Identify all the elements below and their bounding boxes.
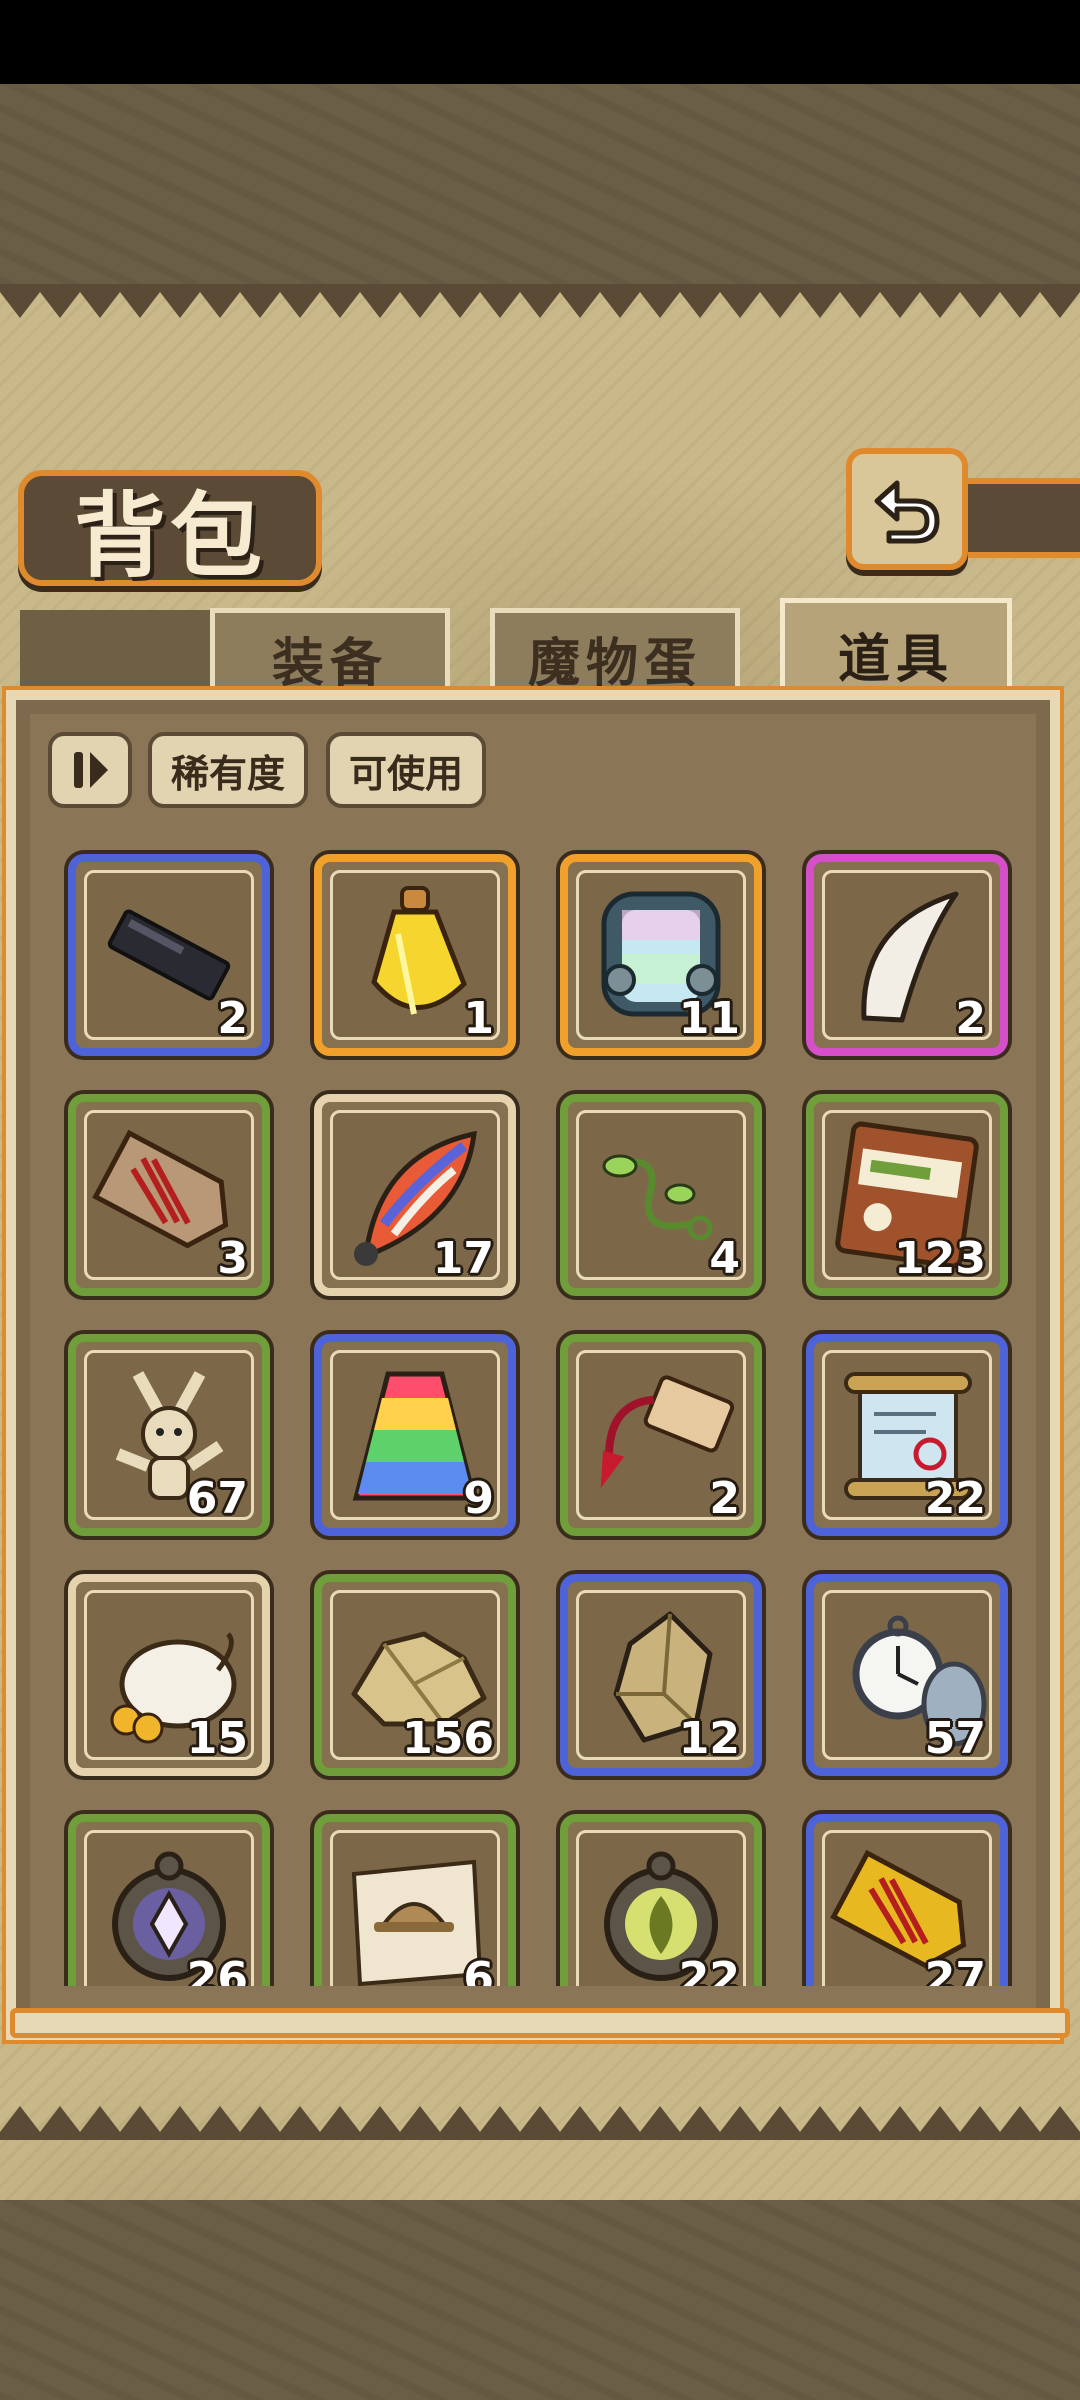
item-count: 26 — [186, 1953, 248, 1986]
item-count: 22 — [924, 1473, 986, 1524]
sort-toggle-button[interactable] — [48, 732, 132, 808]
zigzag-border-bottom — [0, 2106, 1080, 2140]
inventory-slot[interactable]: 6 — [314, 1814, 516, 1986]
inventory-slot[interactable]: 15 — [68, 1574, 270, 1776]
item-count: 6 — [463, 1953, 494, 1986]
back-arrow-icon — [874, 480, 940, 544]
panel-bottom-frame — [10, 2008, 1070, 2038]
filter-rarity-button[interactable]: 稀有度 — [148, 732, 308, 808]
page-title: 背包 — [73, 481, 266, 590]
inventory-slot[interactable]: 17 — [314, 1094, 516, 1296]
item-count: 2 — [955, 993, 986, 1044]
inventory-slot[interactable]: 26 — [68, 1814, 270, 1986]
item-count: 11 — [678, 993, 740, 1044]
item-count: 156 — [402, 1713, 494, 1764]
zigzag-border-top — [0, 284, 1080, 318]
inventory-slot[interactable]: 4 — [560, 1094, 762, 1296]
tab-monster-eggs-label: 魔物蛋 — [527, 633, 702, 694]
inventory-slot[interactable]: 57 — [806, 1574, 1008, 1776]
item-count: 1 — [463, 993, 494, 1044]
inventory-slot[interactable]: 11 — [560, 854, 762, 1056]
item-count: 2 — [217, 993, 248, 1044]
item-count: 15 — [186, 1713, 248, 1764]
item-count: 17 — [432, 1233, 494, 1284]
map-background-bottom — [0, 2200, 1080, 2400]
inventory-slot[interactable]: 2 — [560, 1334, 762, 1536]
item-count: 22 — [678, 1953, 740, 1986]
inventory-slot[interactable]: 9 — [314, 1334, 516, 1536]
item-count: 4 — [709, 1233, 740, 1284]
item-count: 67 — [186, 1473, 248, 1524]
inventory-slot[interactable]: 1 — [314, 854, 516, 1056]
filter-rarity-label: 稀有度 — [170, 751, 285, 796]
inventory-slot[interactable]: 123 — [806, 1094, 1008, 1296]
item-count: 3 — [217, 1233, 248, 1284]
item-grid: 2 1 11 2 3 17 4 123 67 9 2 22 15 156 12 57 26 6 22 27 — [30, 840, 1040, 1986]
inventory-slot[interactable]: 3 — [68, 1094, 270, 1296]
inventory-slot[interactable]: 22 — [560, 1814, 762, 1986]
sort-order-icon — [74, 752, 108, 788]
inventory-slot[interactable]: 2 — [68, 854, 270, 1056]
tab-items-label: 道具 — [837, 629, 954, 690]
item-count: 9 — [463, 1473, 494, 1524]
item-count: 123 — [894, 1233, 986, 1284]
filter-usable-label: 可使用 — [348, 751, 463, 796]
inventory-slot[interactable]: 22 — [806, 1334, 1008, 1536]
inventory-slot[interactable]: 156 — [314, 1574, 516, 1776]
item-count: 57 — [924, 1713, 986, 1764]
back-button-rail — [960, 478, 1080, 558]
item-count: 2 — [709, 1473, 740, 1524]
back-button[interactable] — [846, 448, 968, 570]
inventory-slot[interactable]: 27 — [806, 1814, 1008, 1986]
tab-equipment-label: 装备 — [271, 633, 388, 694]
map-background-top — [0, 84, 1080, 284]
inventory-slot[interactable]: 67 — [68, 1334, 270, 1536]
item-count: 27 — [924, 1953, 986, 1986]
status-bar — [0, 0, 1080, 84]
inventory-slot[interactable]: 2 — [806, 854, 1008, 1056]
filter-usable-button[interactable]: 可使用 — [326, 732, 486, 808]
title-plate: 背包 — [18, 470, 322, 590]
inventory-slot[interactable]: 12 — [560, 1574, 762, 1776]
item-count: 12 — [678, 1713, 740, 1764]
